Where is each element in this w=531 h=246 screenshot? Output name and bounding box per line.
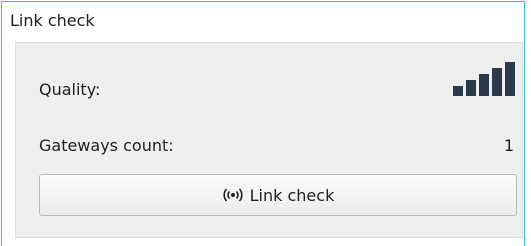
signal-bar	[505, 62, 515, 96]
signal-bar	[479, 74, 489, 96]
gateways-count-label: Gateways count:	[39, 136, 174, 155]
link-check-group: Quality: Gateways count: 1 Link check	[15, 42, 523, 238]
signal-bar	[492, 68, 502, 96]
panel-title: Link check	[10, 11, 95, 30]
gateways-count-value: 1	[503, 136, 514, 155]
signal-bar	[453, 86, 463, 96]
broadcast-icon	[222, 187, 244, 203]
signal-bars-icon	[451, 60, 516, 98]
link-check-panel: Link check Quality: Gateways count: 1 Li…	[1, 1, 525, 246]
link-check-button-label: Link check	[249, 185, 335, 205]
link-check-button[interactable]: Link check	[39, 174, 517, 216]
signal-bar	[466, 80, 476, 96]
quality-label: Quality:	[39, 80, 101, 99]
